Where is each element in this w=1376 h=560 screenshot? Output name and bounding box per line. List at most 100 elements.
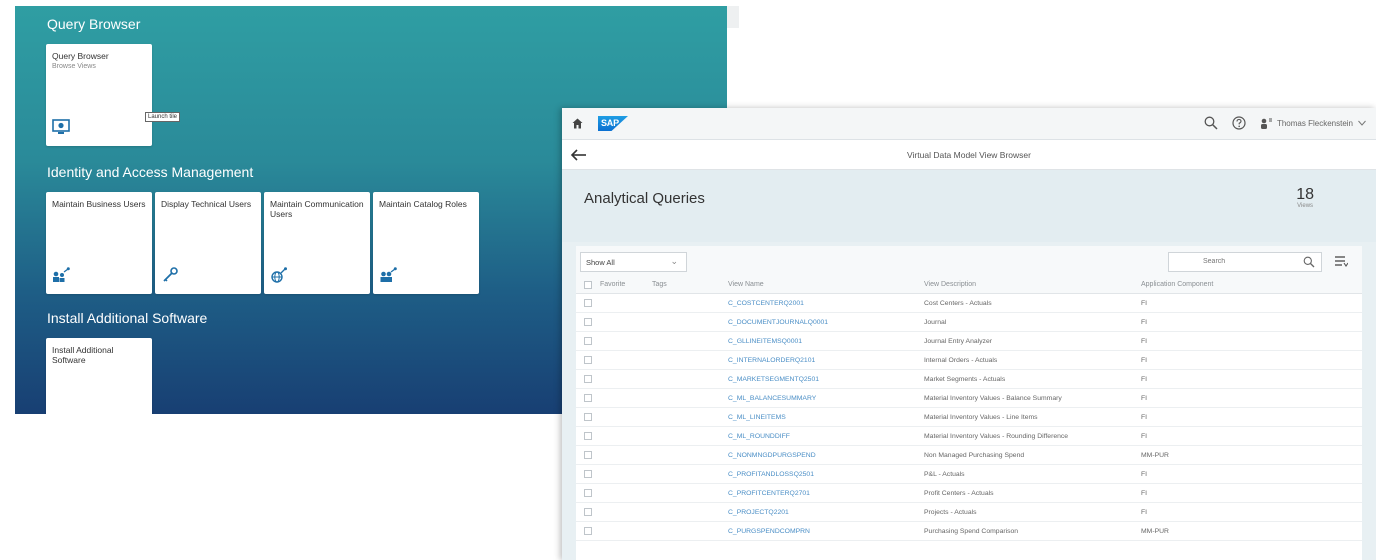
views-count-unit: Views <box>1297 203 1314 209</box>
view-description: Journal Entry Analyzer <box>924 338 993 345</box>
table-row[interactable]: C_GLLINEITEMSQ0001 Journal Entry Analyzer… <box>576 332 1362 351</box>
page-title: Virtual Data Model View Browser <box>907 150 1031 160</box>
filter-select[interactable]: Show All ⌄ <box>580 252 687 272</box>
view-description: Cost Centers - Actuals <box>924 300 992 307</box>
user-icon <box>1260 118 1272 129</box>
row-checkbox[interactable] <box>584 318 592 326</box>
view-name-link[interactable]: C_ML_ROUNDDIFF <box>728 433 790 440</box>
table-row[interactable]: C_ML_ROUNDDIFF Material Inventory Values … <box>576 427 1362 446</box>
key-icon <box>163 267 178 282</box>
table-settings-icon[interactable] <box>1335 255 1348 267</box>
table-header: Favorite Tags View Name View Description… <box>576 276 1362 294</box>
application-component: FI <box>1141 490 1148 497</box>
view-name-link[interactable]: C_NONMNGDPURGSPEND <box>728 452 816 459</box>
application-component: FI <box>1141 395 1148 402</box>
tile-subtitle: Browse Views <box>52 63 96 70</box>
chevron-down-icon <box>1358 120 1366 126</box>
application-component: FI <box>1141 509 1148 516</box>
column-header-favorite[interactable]: Favorite <box>600 281 625 288</box>
application-component: FI <box>1141 433 1148 440</box>
tile-maintain-communication-users[interactable]: Maintain Communication Users <box>264 192 370 294</box>
tile-title: Install Additional Software <box>52 345 114 365</box>
view-description: Profit Centers - Actuals <box>924 490 994 497</box>
search-icon[interactable] <box>1204 116 1218 130</box>
view-name-link[interactable]: C_ML_LINEITEMS <box>728 414 786 421</box>
view-name-link[interactable]: C_INTERNALORDERQ2101 <box>728 357 815 364</box>
search-icon[interactable] <box>1303 256 1315 268</box>
tile-maintain-business-users[interactable]: Maintain Business Users <box>46 192 152 294</box>
sap-logo[interactable]: SAP <box>598 116 628 131</box>
globe-link-icon <box>271 267 287 283</box>
view-description: P&L - Actuals <box>924 471 965 478</box>
row-checkbox[interactable] <box>584 432 592 440</box>
view-name-link[interactable]: C_PURGSPENDCOMPRN <box>728 528 810 535</box>
tile-title: Query Browser <box>52 51 109 61</box>
row-checkbox[interactable] <box>584 337 592 345</box>
search-input[interactable] <box>1203 258 1313 265</box>
column-header-application-component[interactable]: Application Component <box>1141 281 1213 288</box>
row-checkbox[interactable] <box>584 470 592 478</box>
search-field[interactable] <box>1168 252 1322 272</box>
view-name-link[interactable]: C_ML_BALANCESUMMARY <box>728 395 816 402</box>
row-checkbox[interactable] <box>584 375 592 383</box>
view-description: Non Managed Purchasing Spend <box>924 452 1025 459</box>
row-checkbox[interactable] <box>584 356 592 364</box>
table-row[interactable]: C_INTERNALORDERQ2101 Internal Orders - Ac… <box>576 351 1362 370</box>
table-row[interactable]: C_PURGSPENDCOMPRN Purchasing Spend Compar… <box>576 522 1362 541</box>
table-row[interactable]: C_DOCUMENTJOURNALQ0001 Journal FI <box>576 313 1362 332</box>
view-name-link[interactable]: C_PROFITCENTERQ2701 <box>728 490 810 497</box>
tile-query-browser[interactable]: Query Browser Browse Views <box>46 44 152 146</box>
page-content: Analytical Queries 18 Views Show All ⌄ S… <box>562 170 1376 560</box>
home-icon[interactable] <box>572 118 583 129</box>
users-link-icon <box>53 267 70 282</box>
row-checkbox[interactable] <box>584 299 592 307</box>
object-title: Analytical Queries <box>584 190 705 207</box>
table-row[interactable]: C_PROFITANDLOSSQ2501 P&L - Actuals FI <box>576 465 1362 484</box>
row-checkbox[interactable] <box>584 527 592 535</box>
views-table: Favorite Tags View Name View Description… <box>576 276 1362 560</box>
table-body: C_COSTCENTERQ2001 Cost Centers - Actuals F… <box>576 294 1362 541</box>
application-component: MM-PUR <box>1141 528 1169 535</box>
shell-actions: Thomas Fleckenstein <box>1204 116 1366 130</box>
view-name-link[interactable]: C_GLLINEITEMSQ0001 <box>728 338 802 345</box>
column-header-view-description[interactable]: View Description <box>924 281 976 288</box>
view-name-link[interactable]: C_PROFITANDLOSSQ2501 <box>728 471 814 478</box>
view-browser-window: SAP Thomas Fleckenstein Virtual Data Mod… <box>562 108 1376 560</box>
select-all-checkbox[interactable] <box>584 281 592 289</box>
column-header-view-name[interactable]: View Name <box>728 281 764 288</box>
view-name-link[interactable]: C_COSTCENTERQ2001 <box>728 300 804 307</box>
object-header: Analytical Queries 18 Views <box>562 170 1376 242</box>
shell-bar: SAP Thomas Fleckenstein <box>562 108 1376 140</box>
view-description: Material Inventory Values - Line Items <box>924 414 1038 421</box>
table-row[interactable]: C_PROJECTQ2201 Projects - Actuals FI <box>576 503 1362 522</box>
table-row[interactable]: C_COSTCENTERQ2001 Cost Centers - Actuals F… <box>576 294 1362 313</box>
view-name-link[interactable]: C_MARKETSEGMENTQ2501 <box>728 376 819 383</box>
table-row[interactable]: C_PROFITCENTERQ2701 Profit Centers - Actu… <box>576 484 1362 503</box>
row-checkbox[interactable] <box>584 451 592 459</box>
view-name-link[interactable]: C_DOCUMENTJOURNALQ0001 <box>728 319 828 326</box>
row-checkbox[interactable] <box>584 413 592 421</box>
table-row[interactable]: C_ML_LINEITEMS Material Inventory Values … <box>576 408 1362 427</box>
row-checkbox[interactable] <box>584 489 592 497</box>
table-row[interactable]: C_MARKETSEGMENTQ2501 Market Segments - Ac… <box>576 370 1362 389</box>
user-menu[interactable]: Thomas Fleckenstein <box>1260 117 1366 129</box>
row-checkbox[interactable] <box>584 508 592 516</box>
background-window-edge <box>727 6 739 28</box>
tile-install-additional-software[interactable]: Install Additional Software <box>46 338 152 414</box>
chevron-down-icon: ⌄ <box>670 256 678 266</box>
help-icon[interactable] <box>1232 116 1246 130</box>
tile-display-technical-users[interactable]: Display Technical Users <box>155 192 261 294</box>
table-row[interactable]: C_NONMNGDPURGSPEND Non Managed Purchasing… <box>576 446 1362 465</box>
screen: Query Browser Query Browser Browse Views… <box>0 0 1376 560</box>
row-checkbox[interactable] <box>584 394 592 402</box>
tile-maintain-catalog-roles[interactable]: Maintain Catalog Roles <box>373 192 479 294</box>
view-description: Purchasing Spend Comparison <box>924 528 1019 535</box>
tile-title: Maintain Business Users <box>52 199 146 209</box>
column-header-tags[interactable]: Tags <box>652 281 667 288</box>
view-description: Journal <box>924 319 947 326</box>
views-count-value: 18 <box>1296 186 1314 203</box>
filter-select-value: Show All <box>586 258 615 267</box>
view-name-link[interactable]: C_PROJECTQ2201 <box>728 509 789 516</box>
table-row[interactable]: C_ML_BALANCESUMMARY Material Inventory Va… <box>576 389 1362 408</box>
user-name: Thomas Fleckenstein <box>1276 118 1353 128</box>
